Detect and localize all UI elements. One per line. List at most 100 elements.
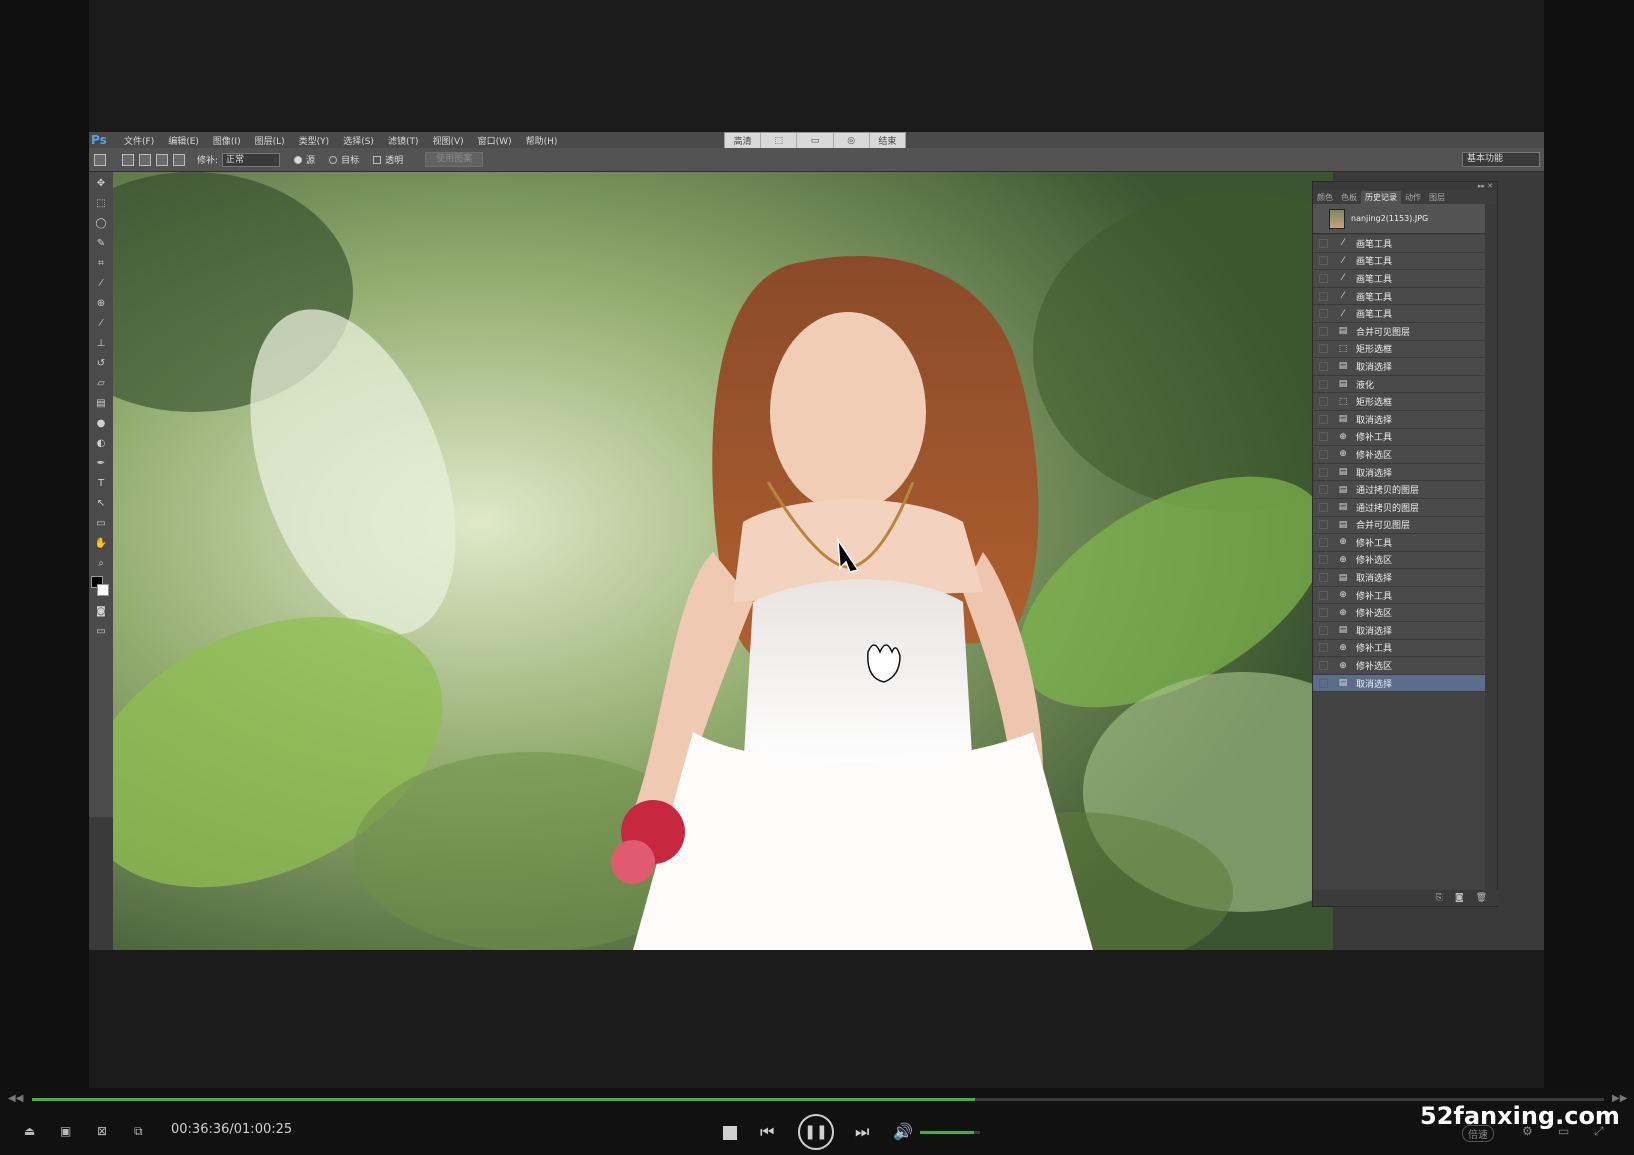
patch-tool-icon[interactable] [94,153,106,166]
dodge-tool-icon[interactable]: ◐ [92,434,110,452]
history-source-checkbox[interactable] [1319,379,1328,389]
history-brush-tool-icon[interactable]: ↺ [92,354,110,372]
history-step[interactable]: ⁄ 画笔工具 [1313,252,1485,271]
panel-scrollbar[interactable] [1485,204,1497,892]
history-source-checkbox[interactable] [1319,326,1328,336]
color-swatches[interactable] [91,576,111,598]
crop-tool-icon[interactable]: ⌗ [92,254,110,272]
move-tool-icon[interactable]: ✥ [92,174,110,192]
end-button[interactable]: 结束 [870,133,905,148]
window-icon[interactable]: ▭ [797,133,834,148]
history-step[interactable]: ⁄ 画笔工具 [1313,235,1485,253]
history-source-checkbox[interactable] [1319,397,1328,407]
target-radio[interactable] [329,155,338,164]
history-source-checkbox[interactable] [1319,273,1328,283]
stamp-tool-icon[interactable]: ⊥ [92,334,110,352]
history-step[interactable]: ⊕ 修补选区 [1313,657,1485,675]
stop-button[interactable] [723,1126,737,1140]
history-step[interactable]: ⬚ 矩形选框 [1313,340,1485,359]
new-document-from-state-icon[interactable]: ⎘ [1436,893,1443,903]
menu-help[interactable]: 帮助(H) [519,134,565,147]
history-step[interactable]: ▤ 通过拷贝的图层 [1313,498,1485,517]
menu-window[interactable]: 窗口(W) [471,134,519,147]
history-step[interactable]: ⊕ 修补选区 [1313,604,1485,623]
history-snapshot[interactable]: nanjing2(1153).JPG [1313,204,1497,234]
tab-color[interactable]: 颜色 [1313,191,1337,204]
history-source-checkbox[interactable] [1319,344,1328,354]
history-source-checkbox[interactable] [1319,643,1328,653]
menu-image[interactable]: 图像(I) [206,134,248,147]
menu-filter[interactable]: 滤镜(T) [381,134,426,147]
history-step[interactable]: ▤ 取消选择 [1313,622,1485,640]
history-step[interactable]: ⊕ 修补工具 [1313,639,1485,658]
rewind-icon[interactable]: ◀◀ [8,1093,23,1104]
history-step[interactable]: ▤ 取消选择 [1313,463,1485,482]
eraser-tool-icon[interactable]: ▱ [92,374,110,392]
history-source-checkbox[interactable] [1319,291,1328,301]
patch-mode-select[interactable]: 正常 [222,152,281,167]
history-step[interactable]: ⁄ 画笔工具 [1313,270,1485,288]
zoom-tool-icon[interactable]: ⌕ [92,554,110,572]
history-source-checkbox[interactable] [1319,520,1328,530]
history-step[interactable]: ▤ 取消选择 [1313,358,1485,376]
tab-layers[interactable]: 图层 [1425,191,1449,204]
quick-mask-icon[interactable]: ◙ [92,602,110,620]
menu-view[interactable]: 视图(V) [425,134,470,147]
previous-icon[interactable]: ⏮ [760,1122,774,1142]
history-step[interactable]: ▤ 液化 [1313,375,1485,394]
history-source-checkbox[interactable] [1319,537,1328,547]
screen-cast-icon[interactable]: ⧉ [134,1124,143,1139]
next-icon[interactable]: ⏭ [855,1122,869,1142]
history-source-checkbox[interactable] [1319,414,1328,424]
patch-tool-icon[interactable]: ⊕ [92,294,110,312]
pause-button[interactable]: ❚❚ [798,1114,834,1150]
history-step[interactable]: ▤ 合并可见图层 [1313,322,1485,341]
add-selection-icon[interactable] [139,153,151,166]
use-pattern-button[interactable]: 使用图案 [425,152,484,167]
history-step[interactable]: ⊕ 修补选区 [1313,551,1485,570]
hd-button[interactable]: 高清 [725,133,762,148]
history-source-checkbox[interactable] [1319,502,1328,512]
workspace-select[interactable]: 基本功能 [1462,152,1540,167]
history-step[interactable]: ▤ 合并可见图层 [1313,516,1485,535]
eject-icon[interactable]: ⏏ [24,1124,35,1138]
document-canvas[interactable] [113,172,1333,950]
new-snapshot-icon[interactable]: ◙ [1455,893,1464,903]
intersect-selection-icon[interactable] [173,153,185,166]
tab-swatches[interactable]: 色板 [1337,191,1361,204]
blur-tool-icon[interactable]: ● [92,414,110,432]
history-source-checkbox[interactable] [1319,309,1328,319]
path-select-tool-icon[interactable]: ↖ [92,494,110,512]
history-step[interactable]: ⊕ 修补工具 [1313,534,1485,552]
target-icon[interactable]: ◎ [834,133,870,148]
history-source-checkbox[interactable] [1319,467,1328,477]
history-source-checkbox[interactable] [1319,678,1328,688]
tab-history[interactable]: 历史记录 [1361,191,1401,204]
history-step[interactable]: ⬚ 矩形选框 [1313,393,1485,411]
gradient-tool-icon[interactable]: ▤ [92,394,110,412]
history-source-checkbox[interactable] [1319,555,1328,565]
history-step[interactable]: ▤ 通过拷贝的图层 [1313,481,1485,499]
eyedropper-tool-icon[interactable]: ⁄ [92,274,110,292]
panel-top-controls[interactable]: ▸▸ ✕ [1313,182,1497,190]
history-source-checkbox[interactable] [1319,432,1328,442]
frame-icon[interactable]: ⬚ [761,133,798,148]
history-step[interactable]: ⁄ 画笔工具 [1313,287,1485,306]
history-source-checkbox[interactable] [1319,256,1328,266]
history-step[interactable]: ⊕ 修补工具 [1313,428,1485,447]
subtract-selection-icon[interactable] [156,153,168,166]
history-source-checkbox[interactable] [1319,361,1328,371]
trash-icon[interactable]: 🗑 [1476,893,1487,903]
shape-tool-icon[interactable]: ▭ [92,514,110,532]
screenshot-icon[interactable]: ⊠ [97,1124,107,1138]
quick-select-tool-icon[interactable]: ✎ [92,234,110,252]
seek-bar[interactable] [32,1098,1604,1101]
marquee-tool-icon[interactable]: ⬚ [92,194,110,212]
lasso-tool-icon[interactable]: ◯ [92,214,110,232]
playlist-icon[interactable]: ▣ [60,1124,71,1138]
history-step[interactable]: ▤ 取消选择 [1313,569,1485,587]
menu-edit[interactable]: 编辑(E) [161,134,206,147]
history-step[interactable]: ⊕ 修补选区 [1313,446,1485,464]
new-selection-icon[interactable] [122,153,134,166]
source-radio[interactable] [294,155,303,164]
